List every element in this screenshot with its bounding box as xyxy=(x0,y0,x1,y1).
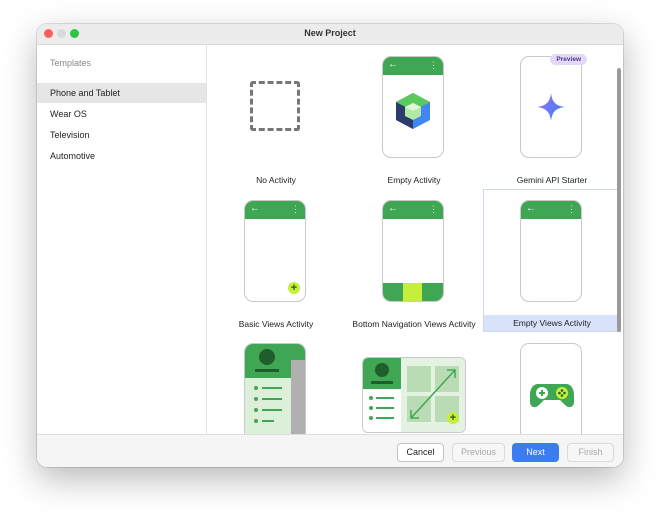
sidebar-item-phone-and-tablet[interactable]: Phone and Tablet xyxy=(37,83,206,103)
bottom-nav-selected-item xyxy=(403,283,422,301)
gemini-sparkle-icon xyxy=(537,93,565,121)
template-tile-empty-views-activity[interactable]: ← ⋮ Empty Views Activity xyxy=(483,189,621,332)
sidebar-item-wear-os[interactable]: Wear OS xyxy=(37,104,206,124)
template-tile-game-activity[interactable] xyxy=(483,333,621,434)
template-tile-no-activity[interactable]: No Activity xyxy=(207,45,345,188)
bottom-navigation-bar xyxy=(383,283,443,301)
phone-preview-icon: + xyxy=(244,343,306,434)
overflow-menu-icon: ⋮ xyxy=(291,204,300,214)
template-tile-empty-activity[interactable]: ← ⋮ Empty Activity xyxy=(345,45,483,188)
profile-header xyxy=(363,358,401,389)
template-label: No Activity xyxy=(256,175,296,185)
sidebar-item-television[interactable]: Television xyxy=(37,125,206,145)
game-controller-icon xyxy=(530,384,574,408)
overflow-menu-icon: ⋮ xyxy=(429,60,438,70)
phone-preview-icon xyxy=(520,343,582,434)
overflow-menu-icon: ⋮ xyxy=(429,204,438,214)
template-label: Basic Views Activity xyxy=(238,319,314,329)
window-title: New Project xyxy=(304,28,356,38)
name-line xyxy=(255,369,279,372)
app-bar: ← ⋮ xyxy=(383,201,443,219)
jetpack-compose-cube-icon xyxy=(396,93,430,129)
list-lines-icon xyxy=(369,396,397,430)
fab-plus-icon: + xyxy=(447,412,459,424)
phone-preview-icon xyxy=(520,56,582,158)
back-arrow-icon: ← xyxy=(388,203,398,214)
finish-button[interactable]: Finish xyxy=(567,443,614,462)
template-label: Empty Activity xyxy=(387,175,441,185)
next-button[interactable]: Next xyxy=(512,443,559,462)
dashed-placeholder-icon xyxy=(250,81,300,131)
avatar-icon xyxy=(375,363,389,377)
preview-badge: Preview xyxy=(550,54,587,65)
list-lines-icon xyxy=(254,386,284,426)
back-arrow-icon: ← xyxy=(250,203,260,214)
template-label: Empty Views Activity xyxy=(484,315,620,331)
phone-preview-icon: ← ⋮ xyxy=(382,56,444,158)
tablet-preview-icon: + xyxy=(362,357,466,433)
back-arrow-icon: ← xyxy=(388,59,398,70)
app-bar: ← ⋮ xyxy=(383,57,443,75)
gallery-scrollbar[interactable] xyxy=(617,68,621,332)
cancel-button[interactable]: Cancel xyxy=(397,443,444,462)
template-tile-list-detail[interactable]: + xyxy=(207,333,345,434)
phone-preview-icon: ← ⋮ xyxy=(382,200,444,302)
template-tile-responsive-layout[interactable]: + xyxy=(345,333,483,434)
app-bar: ← ⋮ xyxy=(245,201,305,219)
app-bar: ← ⋮ xyxy=(521,201,581,219)
avatar-icon xyxy=(259,349,275,365)
detail-appbar xyxy=(291,344,305,360)
back-arrow-icon: ← xyxy=(526,203,536,214)
overflow-menu-icon: ⋮ xyxy=(567,204,576,214)
dialog-footer: Cancel Previous Next Finish xyxy=(37,434,623,467)
template-tile-gemini-api-starter[interactable]: Preview Gemini API Starter xyxy=(483,45,621,188)
template-category-sidebar: Templates Phone and Tablet Wear OS Telev… xyxy=(37,45,207,434)
new-project-window: New Project Templates Phone and Tablet W… xyxy=(37,24,623,467)
template-tile-bottom-navigation-views-activity[interactable]: ← ⋮ Bottom Navigation Views Activity xyxy=(345,189,483,332)
name-line xyxy=(371,381,393,384)
previous-button[interactable]: Previous xyxy=(452,443,505,462)
sidebar-header: Templates xyxy=(50,58,92,68)
template-label: Bottom Navigation Views Activity xyxy=(352,319,476,329)
phone-preview-icon: ← ⋮ + xyxy=(244,200,306,302)
phone-preview-icon: ← ⋮ xyxy=(520,200,582,302)
sidebar-item-automotive[interactable]: Automotive xyxy=(37,146,206,166)
template-label: Gemini API Starter xyxy=(516,175,588,185)
profile-header xyxy=(245,344,291,378)
template-tile-basic-views-activity[interactable]: ← ⋮ + Basic Views Activity xyxy=(207,189,345,332)
fab-plus-icon: + xyxy=(288,282,300,294)
template-gallery: No Activity ← ⋮ Empty Activity Preview G… xyxy=(207,45,623,434)
title-bar: New Project xyxy=(37,24,623,45)
